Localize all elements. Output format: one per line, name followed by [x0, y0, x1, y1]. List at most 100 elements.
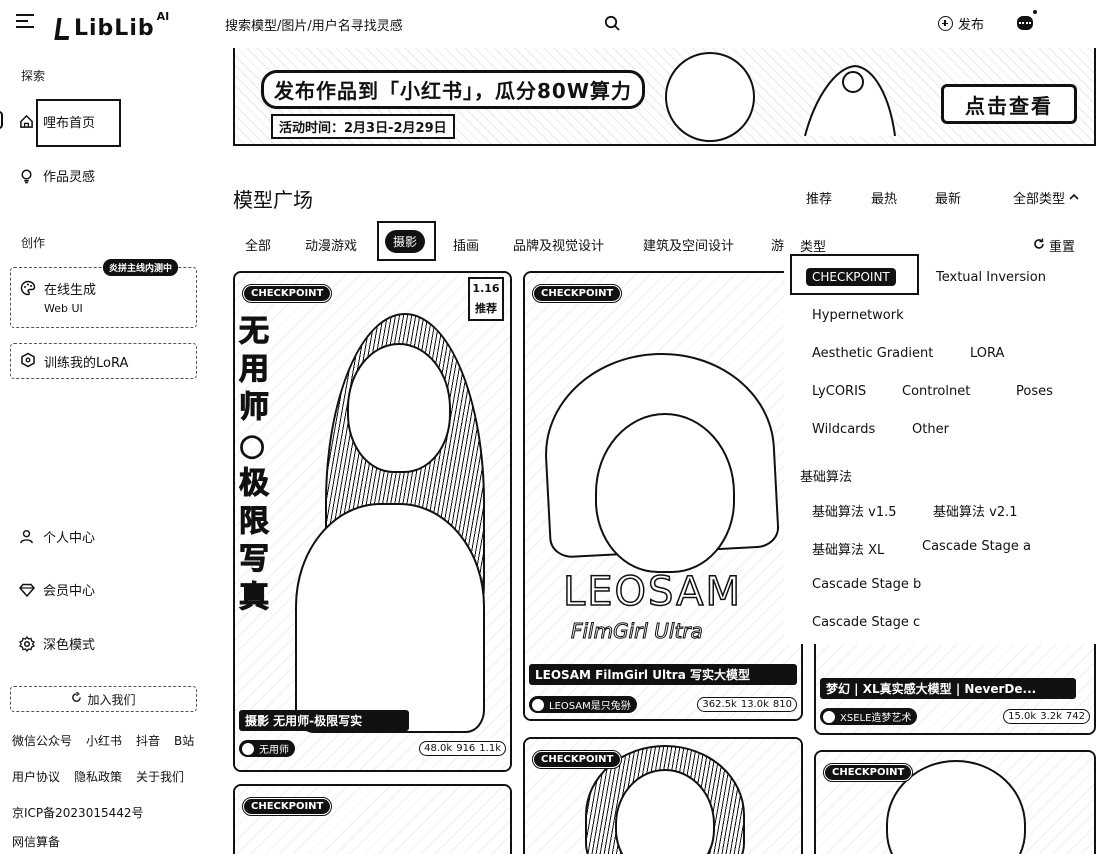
category-tab-photography[interactable]: 摄影 — [385, 230, 426, 253]
model-card[interactable]: CHECKPOINT — [814, 750, 1096, 854]
model-author[interactable]: LEOSAM是只兔狲 — [529, 696, 637, 713]
filter-option-base-v15[interactable]: 基础算法 v1.5 — [812, 501, 897, 520]
all-types-toggle[interactable]: 全部类型 — [1013, 188, 1079, 207]
sort-tab-recommended[interactable]: 推荐 — [806, 188, 832, 207]
filter-reset-button[interactable]: 重置 — [1033, 236, 1075, 255]
nav-home-label: 哩布首页 — [43, 116, 96, 131]
filter-option-base-xl[interactable]: 基础算法 XL — [812, 539, 884, 558]
filter-option-aesthetic-gradient[interactable]: Aesthetic Gradient — [812, 346, 933, 361]
filter-option-cascade-a[interactable]: Cascade Stage a — [922, 539, 1031, 554]
stat-downloads: 916 — [456, 743, 476, 754]
model-title: LEOSAM FilmGirl Ultra 写实大模型 — [529, 664, 797, 685]
sort-tab-hottest[interactable]: 最热 — [871, 188, 897, 207]
model-vertical-title: 无用师○极限写真 — [239, 314, 270, 616]
model-author[interactable]: 无用师 — [239, 740, 295, 757]
online-generate-subtitle: Web UI — [44, 302, 83, 315]
cover-body-shape — [295, 503, 485, 733]
search-icon[interactable] — [604, 15, 620, 31]
footer-link-user-agreement[interactable]: 用户协议 — [12, 768, 60, 785]
publish-label: 发布 — [958, 18, 985, 33]
model-meta: 无用师 48.0k 916 1.1k — [239, 740, 506, 757]
nav-inspiration-label: 作品灵感 — [43, 170, 96, 185]
model-corner-tag: 1.16 推荐 — [468, 277, 504, 321]
banner-illustration — [665, 52, 755, 142]
footer-link-about[interactable]: 关于我们 — [136, 768, 184, 785]
stat-downloads: 3.2k — [1040, 711, 1062, 722]
model-card[interactable]: CHECKPOINT LEOSAM FilmGirl Ultra LEOSAM … — [523, 271, 803, 721]
model-type-badge: CHECKPOINT — [241, 797, 333, 816]
cube-icon — [20, 352, 36, 372]
banner-cta-button[interactable]: 点击查看 — [941, 84, 1077, 124]
model-card[interactable]: CHECKPOINT — [233, 784, 512, 854]
publish-button[interactable]: 发布 — [938, 14, 984, 33]
join-us-button[interactable]: 加入我们 — [10, 686, 197, 712]
online-generate-title: 在线生成 — [44, 283, 97, 298]
category-tab-brand-design[interactable]: 品牌及视觉设计 — [513, 235, 604, 254]
category-tab-anime-games[interactable]: 动漫游戏 — [305, 235, 357, 254]
train-lora-label: 训练我的LoRA — [44, 356, 129, 371]
filter-base-heading: 基础算法 — [800, 470, 853, 485]
footer-social-links: 微信公众号 小红书 抖音 B站 — [12, 732, 194, 749]
search-input[interactable]: 搜索模型/图片/用户名寻找灵感 — [225, 15, 403, 34]
liblib-logo[interactable]: LibLib AI — [54, 10, 170, 41]
lightbulb-icon — [18, 167, 35, 184]
nav-home[interactable]: 哩布首页 — [18, 112, 95, 131]
stat-runs: 48.0k — [424, 743, 453, 754]
footer-net-record[interactable]: 网信算备 — [12, 833, 60, 850]
nav-dark-mode[interactable]: 深色模式 — [18, 634, 95, 653]
all-types-label: 全部类型 — [1013, 192, 1066, 207]
filter-option-lora[interactable]: LORA — [970, 346, 1004, 361]
model-type-badge: CHECKPOINT — [531, 284, 623, 303]
logo-sup: AI — [156, 10, 170, 23]
type-filter-dropdown: 类型 重置 CHECKPOINT Textual Inversion Hyper… — [784, 224, 1100, 644]
message-dots — [1019, 22, 1031, 24]
banner-figure-illustration — [804, 64, 896, 137]
nav-personal-center[interactable]: 个人中心 — [18, 527, 95, 546]
category-tab-games-truncated[interactable]: 游 — [771, 235, 784, 254]
filter-option-controlnet[interactable]: Controlnet — [902, 384, 970, 399]
model-type-badge: CHECKPOINT — [822, 763, 914, 782]
hamburger-menu-icon[interactable] — [16, 14, 34, 30]
footer-link-privacy[interactable]: 隐私政策 — [74, 768, 122, 785]
filter-option-cascade-c[interactable]: Cascade Stage c — [812, 615, 920, 630]
filter-option-lycoris[interactable]: LyCORIS — [812, 384, 866, 399]
model-author-name: LEOSAM是只兔狲 — [549, 701, 631, 712]
nav-member-label: 会员中心 — [43, 584, 96, 599]
category-tab-all[interactable]: 全部 — [245, 235, 271, 254]
filter-option-checkpoint[interactable]: CHECKPOINT — [806, 268, 896, 286]
diamond-icon — [18, 581, 35, 598]
home-icon — [18, 113, 35, 130]
model-card[interactable]: CHECKPOINT — [523, 737, 803, 854]
model-card[interactable]: CHECKPOINT 1.16 推荐 无用师○极限写真 摄影 无用师-极限写实 … — [233, 271, 512, 772]
footer-link-bilibili[interactable]: B站 — [174, 732, 194, 749]
user-icon — [18, 528, 35, 545]
filter-option-hypernetwork[interactable]: Hypernetwork — [812, 308, 904, 323]
filter-option-poses[interactable]: Poses — [1016, 384, 1053, 399]
category-tab-architecture[interactable]: 建筑及空间设计 — [643, 235, 734, 254]
promo-banner[interactable]: 发布作品到「小红书」，瓜分80W算力 活动时间：2月3日-2月29日 点击查看 — [233, 48, 1096, 146]
palette-icon — [20, 280, 36, 300]
filter-option-cascade-b[interactable]: Cascade Stage b — [812, 577, 921, 592]
footer-icp[interactable]: 京ICP备2023015442号 — [12, 804, 144, 821]
nav-inspiration[interactable]: 作品灵感 — [18, 166, 95, 185]
online-generate-card[interactable] — [10, 267, 197, 328]
banner-title: 发布作品到「小红书」，瓜分80W算力 — [261, 70, 645, 109]
nav-personal-label: 个人中心 — [43, 531, 96, 546]
footer-link-wechat[interactable]: 微信公众号 — [12, 732, 72, 749]
filter-option-textual-inversion[interactable]: Textual Inversion — [936, 270, 1046, 285]
stat-likes: 1.1k — [479, 743, 501, 754]
cover-face-shape — [595, 413, 735, 573]
footer-link-xiaohongshu[interactable]: 小红书 — [86, 732, 122, 749]
model-author[interactable]: XSELE造梦艺术 — [820, 708, 918, 725]
filter-option-base-v21[interactable]: 基础算法 v2.1 — [933, 501, 1018, 520]
footer-link-douyin[interactable]: 抖音 — [136, 732, 160, 749]
category-tab-illustration[interactable]: 插画 — [453, 235, 479, 254]
nav-member-center[interactable]: 会员中心 — [18, 580, 95, 599]
sort-tab-newest[interactable]: 最新 — [935, 188, 961, 207]
filter-option-wildcards[interactable]: Wildcards — [812, 422, 875, 437]
plus-circle-icon — [938, 16, 953, 31]
logo-text: LibLib — [74, 16, 155, 41]
model-type-badge: CHECKPOINT — [531, 750, 623, 769]
model-title: 梦幻 | XL真实感大模型 | NeverDe... — [820, 678, 1076, 699]
filter-option-other[interactable]: Other — [912, 422, 949, 437]
